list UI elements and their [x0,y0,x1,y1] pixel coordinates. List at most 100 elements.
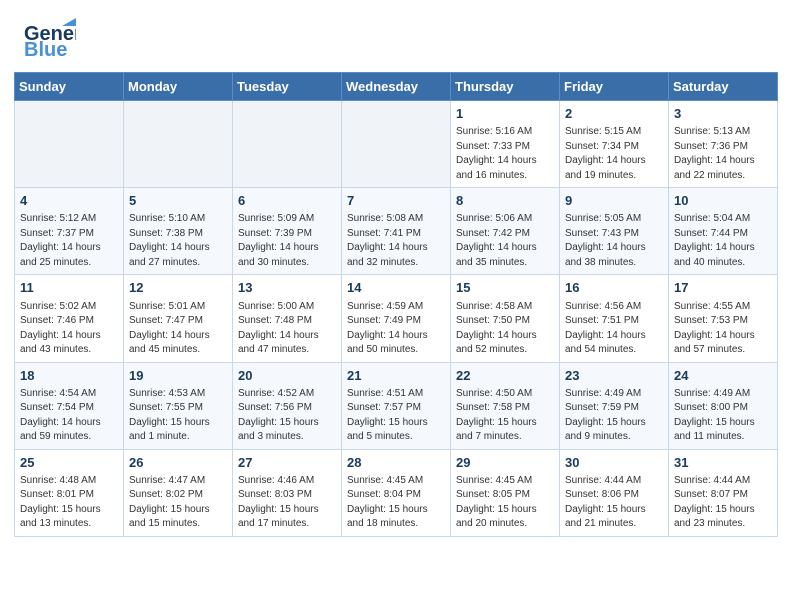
day-number: 28 [347,454,445,472]
day-info: Sunrise: 5:12 AMSunset: 7:37 PMDaylight:… [20,212,118,270]
calendar-cell: 15Sunrise: 4:58 AMSunset: 7:50 PMDayligh… [451,275,560,362]
day-number: 25 [20,454,118,472]
weekday-header-wednesday: Wednesday [342,73,451,101]
day-number: 9 [565,192,663,210]
calendar-cell [15,101,124,188]
day-number: 6 [238,192,336,210]
day-number: 30 [565,454,663,472]
calendar-week-row: 4 Sunrise: 5:12 AMSunset: 7:37 PMDaylight… [15,188,778,275]
day-number: 1 [456,105,554,123]
day-number: 14 [347,279,445,297]
day-number: 27 [238,454,336,472]
day-info: Sunrise: 4:46 AMSunset: 8:03 PMDaylight:… [238,474,336,532]
day-number: 23 [565,367,663,385]
calendar-cell: 8 Sunrise: 5:06 AMSunset: 7:42 PMDaylight… [451,188,560,275]
day-info: Sunrise: 5:00 AMSunset: 7:48 PMDaylight:… [238,300,336,358]
weekday-header-saturday: Saturday [669,73,778,101]
calendar-cell: 13Sunrise: 5:00 AMSunset: 7:48 PMDayligh… [233,275,342,362]
calendar-wrapper: SundayMondayTuesdayWednesdayThursdayFrid… [0,72,792,551]
calendar-week-row: 25 Sunrise: 4:48 AMSunset: 8:01 PMDayligh… [15,449,778,536]
calendar-cell: 2 Sunrise: 5:15 AMSunset: 7:34 PMDaylight… [560,101,669,188]
day-info: Sunrise: 5:13 AMSunset: 7:36 PMDaylight:… [674,125,772,183]
day-number: 3 [674,105,772,123]
weekday-header-monday: Monday [124,73,233,101]
calendar-cell: 12 Sunrise: 5:01 AMSunset: 7:47 PMDayligh… [124,275,233,362]
day-info: Sunrise: 4:53 AMSunset: 7:55 PMDaylight:… [129,387,227,445]
day-number: 24 [674,367,772,385]
day-number: 8 [456,192,554,210]
day-info: Sunrise: 5:01 AMSunset: 7:47 PMDaylight:… [129,300,227,358]
day-number: 16 [565,279,663,297]
day-number: 18 [20,367,118,385]
weekday-header-tuesday: Tuesday [233,73,342,101]
logo-icon: General Blue [24,18,76,64]
day-number: 29 [456,454,554,472]
day-info: Sunrise: 4:51 AMSunset: 7:57 PMDaylight:… [347,387,445,445]
day-number: 26 [129,454,227,472]
calendar-cell [233,101,342,188]
day-info: Sunrise: 4:49 AMSunset: 8:00 PMDaylight:… [674,387,772,445]
calendar-cell: 11 Sunrise: 5:02 AMSunset: 7:46 PMDayligh… [15,275,124,362]
calendar-cell: 14Sunrise: 4:59 AMSunset: 7:49 PMDayligh… [342,275,451,362]
day-number: 10 [674,192,772,210]
weekday-header-row: SundayMondayTuesdayWednesdayThursdayFrid… [15,73,778,101]
calendar-cell: 7 Sunrise: 5:08 AMSunset: 7:41 PMDaylight… [342,188,451,275]
calendar-cell: 5Sunrise: 5:10 AMSunset: 7:38 PMDaylight… [124,188,233,275]
day-number: 12 [129,279,227,297]
calendar-cell [124,101,233,188]
day-number: 7 [347,192,445,210]
calendar-cell: 21 Sunrise: 4:51 AMSunset: 7:57 PMDayligh… [342,362,451,449]
day-info: Sunrise: 4:49 AMSunset: 7:59 PMDaylight:… [565,387,663,445]
day-info: Sunrise: 4:47 AMSunset: 8:02 PMDaylight:… [129,474,227,532]
calendar-cell: 27 Sunrise: 4:46 AMSunset: 8:03 PMDayligh… [233,449,342,536]
day-info: Sunrise: 5:15 AMSunset: 7:34 PMDaylight:… [565,125,663,183]
day-info: Sunrise: 4:44 AMSunset: 8:06 PMDaylight:… [565,474,663,532]
calendar-cell: 29 Sunrise: 4:45 AMSunset: 8:05 PMDayligh… [451,449,560,536]
day-number: 20 [238,367,336,385]
day-number: 19 [129,367,227,385]
day-number: 11 [20,279,118,297]
calendar-cell: 1Sunrise: 5:16 AMSunset: 7:33 PMDaylight… [451,101,560,188]
calendar-cell: 6 Sunrise: 5:09 AMSunset: 7:39 PMDaylight… [233,188,342,275]
day-info: Sunrise: 4:55 AMSunset: 7:53 PMDaylight:… [674,300,772,358]
day-info: Sunrise: 5:08 AMSunset: 7:41 PMDaylight:… [347,212,445,270]
calendar-cell: 19 Sunrise: 4:53 AMSunset: 7:55 PMDayligh… [124,362,233,449]
day-number: 21 [347,367,445,385]
calendar-cell: 4 Sunrise: 5:12 AMSunset: 7:37 PMDaylight… [15,188,124,275]
day-number: 31 [674,454,772,472]
day-number: 22 [456,367,554,385]
day-info: Sunrise: 5:06 AMSunset: 7:42 PMDaylight:… [456,212,554,270]
weekday-header-sunday: Sunday [15,73,124,101]
day-info: Sunrise: 4:44 AMSunset: 8:07 PMDaylight:… [674,474,772,532]
calendar-cell: 9 Sunrise: 5:05 AMSunset: 7:43 PMDaylight… [560,188,669,275]
calendar-cell: 18 Sunrise: 4:54 AMSunset: 7:54 PMDayligh… [15,362,124,449]
day-info: Sunrise: 5:10 AMSunset: 7:38 PMDaylight:… [129,212,227,270]
day-info: Sunrise: 4:45 AMSunset: 8:04 PMDaylight:… [347,474,445,532]
calendar-cell: 24 Sunrise: 4:49 AMSunset: 8:00 PMDayligh… [669,362,778,449]
calendar-cell: 28 Sunrise: 4:45 AMSunset: 8:04 PMDayligh… [342,449,451,536]
weekday-header-friday: Friday [560,73,669,101]
day-number: 4 [20,192,118,210]
day-info: Sunrise: 4:45 AMSunset: 8:05 PMDaylight:… [456,474,554,532]
day-info: Sunrise: 4:48 AMSunset: 8:01 PMDaylight:… [20,474,118,532]
weekday-header-thursday: Thursday [451,73,560,101]
day-info: Sunrise: 5:02 AMSunset: 7:46 PMDaylight:… [20,300,118,358]
calendar-cell: 17 Sunrise: 4:55 AMSunset: 7:53 PMDayligh… [669,275,778,362]
calendar-cell: 22 Sunrise: 4:50 AMSunset: 7:58 PMDayligh… [451,362,560,449]
logo: General Blue [24,18,76,64]
day-info: Sunrise: 4:50 AMSunset: 7:58 PMDaylight:… [456,387,554,445]
calendar-week-row: 1Sunrise: 5:16 AMSunset: 7:33 PMDaylight… [15,101,778,188]
calendar-table: SundayMondayTuesdayWednesdayThursdayFrid… [14,72,778,537]
calendar-cell: 25 Sunrise: 4:48 AMSunset: 8:01 PMDayligh… [15,449,124,536]
day-info: Sunrise: 4:52 AMSunset: 7:56 PMDaylight:… [238,387,336,445]
calendar-cell: 20 Sunrise: 4:52 AMSunset: 7:56 PMDayligh… [233,362,342,449]
day-number: 2 [565,105,663,123]
day-info: Sunrise: 5:05 AMSunset: 7:43 PMDaylight:… [565,212,663,270]
calendar-cell: 26 Sunrise: 4:47 AMSunset: 8:02 PMDayligh… [124,449,233,536]
calendar-cell [342,101,451,188]
day-info: Sunrise: 4:54 AMSunset: 7:54 PMDaylight:… [20,387,118,445]
day-info: Sunrise: 5:09 AMSunset: 7:39 PMDaylight:… [238,212,336,270]
day-number: 17 [674,279,772,297]
calendar-cell: 30 Sunrise: 4:44 AMSunset: 8:06 PMDayligh… [560,449,669,536]
day-info: Sunrise: 4:58 AMSunset: 7:50 PMDaylight:… [456,300,554,358]
